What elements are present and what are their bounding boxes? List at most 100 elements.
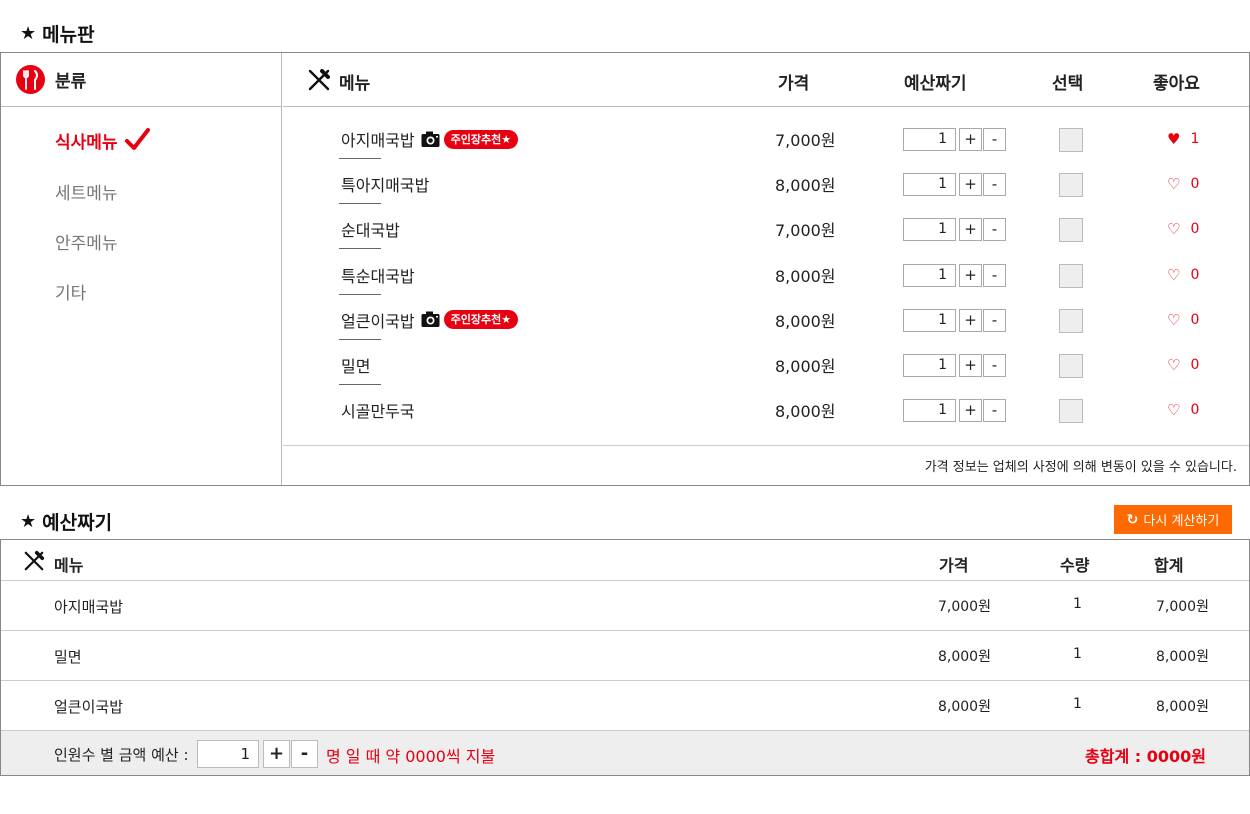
menu-item-title[interactable]: 특순대국밥 — [341, 263, 415, 287]
like-button[interactable]: ♡ 0 — [1167, 398, 1199, 422]
heart-outline-icon: ♡ — [1167, 175, 1181, 194]
menu-item-name: 시골만두국 — [341, 402, 415, 422]
category-item-label: 안주메뉴 — [55, 234, 118, 254]
menu-item-name: 특아지매국밥 — [341, 176, 430, 196]
menu-item-title[interactable]: 시골만두국 — [341, 398, 415, 422]
category-header: 분류 — [1, 53, 281, 107]
menu-item-name: 아지매국밥 — [341, 131, 415, 150]
budget-item-name: 밀면 — [54, 648, 82, 666]
utensils-icon — [308, 69, 330, 91]
quantity-minus-button[interactable]: - — [983, 173, 1006, 197]
menu-item-name: 특순대국밥 — [341, 266, 415, 286]
quantity-plus-button[interactable]: + — [959, 399, 982, 423]
select-checkbox[interactable] — [1059, 399, 1083, 424]
column-header-like: 좋아요 — [1153, 74, 1200, 94]
like-count: 0 — [1190, 176, 1200, 193]
menu-board-title-text: 메뉴판 — [42, 24, 95, 46]
menu-row: 시골만두국 8,000원 1 + - ♡ 0 — [283, 398, 1249, 443]
budget-item-total: 8,000원 — [1156, 649, 1209, 665]
menu-row: 특순대국밥 8,000원 1 + - ♡ 0 — [283, 263, 1249, 308]
select-checkbox[interactable] — [1059, 218, 1083, 243]
like-button[interactable]: ♥ 1 — [1167, 127, 1199, 151]
category-item-side[interactable]: 안주메뉴 — [55, 229, 118, 254]
budget-item-total: 8,000원 — [1156, 699, 1209, 715]
category-item-etc[interactable]: 기타 — [55, 279, 86, 304]
column-header-select: 선택 — [1052, 74, 1084, 94]
category-column: 분류 식사메뉴 세트메뉴 안주메뉴 기타 — [1, 53, 282, 485]
quantity-plus-button[interactable]: + — [959, 173, 982, 197]
like-button[interactable]: ♡ 0 — [1167, 263, 1199, 287]
like-button[interactable]: ♡ 0 — [1167, 308, 1199, 332]
quantity-input[interactable]: 1 — [903, 173, 956, 197]
grand-total: 총합계 : 0000원 — [1085, 747, 1206, 766]
like-button[interactable]: ♡ 0 — [1167, 353, 1199, 377]
select-checkbox[interactable] — [1059, 308, 1083, 333]
like-button[interactable]: ♡ 0 — [1167, 217, 1199, 241]
budget-item-price: 8,000원 — [938, 649, 991, 665]
column-header-menu: 메뉴 — [339, 74, 371, 94]
budget-table-header: 메뉴 가격 수량 합계 — [1, 540, 1249, 581]
menu-item-title[interactable]: 순대국밥 — [341, 217, 400, 241]
quantity-minus-button[interactable]: - — [983, 128, 1006, 151]
select-checkbox[interactable] — [1059, 354, 1083, 378]
like-count: 0 — [1190, 221, 1200, 238]
budget-header-qty: 수량 — [1060, 556, 1090, 575]
like-count: 0 — [1190, 266, 1200, 283]
budget-item-qty: 1 — [1073, 696, 1082, 712]
fork-knife-icon — [16, 65, 45, 94]
menu-item-title[interactable]: 특아지매국밥 — [341, 172, 429, 196]
per-person-message: 명 일 때 약 0000씩 지불 — [326, 747, 496, 766]
select-checkbox[interactable] — [1059, 128, 1083, 152]
budget-row: 아지매국밥 7,000원 1 7,000원 — [1, 581, 1249, 631]
quantity-minus-button[interactable]: - — [983, 399, 1006, 423]
column-header-price: 가격 — [778, 74, 810, 94]
menu-row: 밀면 8,000원 1 + - ♡ 0 — [283, 353, 1249, 398]
quantity-input[interactable]: 1 — [903, 399, 956, 423]
menu-row: 얼큰이국밥 주인장추천★ 8,000원 1 + - ♡ 0 — [283, 308, 1249, 353]
quantity-plus-button[interactable]: + — [959, 354, 982, 377]
heart-outline-icon: ♡ — [1167, 356, 1181, 374]
row-divider — [339, 158, 381, 159]
quantity-plus-button[interactable]: + — [959, 308, 982, 332]
menu-board: 분류 식사메뉴 세트메뉴 안주메뉴 기타 메뉴 가격 예산짜기 선택 좋아요 아… — [0, 52, 1250, 486]
quantity-minus-button[interactable]: - — [983, 308, 1006, 332]
quantity-minus-button[interactable]: - — [983, 218, 1006, 242]
people-plus-button[interactable]: + — [263, 740, 290, 768]
heart-outline-icon: ♡ — [1167, 265, 1181, 284]
quantity-input[interactable]: 1 — [903, 218, 956, 242]
price-notice: 가격 정보는 업체의 사정에 의해 변동이 있을 수 있습니다. — [283, 445, 1249, 485]
quantity-input[interactable]: 1 — [903, 308, 956, 332]
star-icon: ★ — [20, 511, 37, 532]
category-item-meal[interactable]: 식사메뉴 — [55, 127, 150, 153]
people-count-input[interactable]: 1 — [197, 740, 259, 768]
select-checkbox[interactable] — [1059, 173, 1083, 198]
like-button[interactable]: ♡ 0 — [1167, 172, 1199, 196]
camera-icon[interactable] — [421, 131, 440, 148]
owner-recommend-badge: 주인장추천★ — [443, 129, 519, 149]
budget-footer: 인원수 별 금액 예산 : 1 + - 명 일 때 약 0000씩 지불 총합계… — [1, 731, 1249, 775]
quantity-input[interactable]: 1 — [903, 263, 956, 287]
camera-icon[interactable] — [421, 311, 440, 328]
quantity-plus-button[interactable]: + — [959, 218, 982, 242]
quantity-minus-button[interactable]: - — [983, 354, 1006, 377]
category-item-set[interactable]: 세트메뉴 — [55, 179, 118, 204]
menu-item-title[interactable]: 얼큰이국밥 주인장추천★ — [341, 308, 519, 332]
like-count: 1 — [1190, 131, 1200, 147]
quantity-input[interactable]: 1 — [903, 128, 956, 151]
select-checkbox[interactable] — [1059, 263, 1083, 288]
heart-outline-icon: ♡ — [1167, 310, 1181, 329]
row-divider — [339, 203, 381, 205]
menu-item-title[interactable]: 밀면 — [341, 353, 370, 377]
quantity-input[interactable]: 1 — [903, 354, 956, 377]
budget-item-name: 아지매국밥 — [54, 598, 124, 616]
menu-board-title: ★ 메뉴판 — [20, 20, 95, 47]
recalculate-button[interactable]: ↻ 다시 계산하기 — [1114, 505, 1232, 534]
people-minus-button[interactable]: - — [291, 740, 318, 768]
quantity-minus-button[interactable]: - — [983, 263, 1006, 287]
menu-item-name: 얼큰이국밥 — [341, 311, 415, 331]
quantity-plus-button[interactable]: + — [959, 128, 982, 151]
column-header-budget: 예산짜기 — [904, 74, 967, 94]
menu-table-header: 메뉴 가격 예산짜기 선택 좋아요 — [283, 53, 1249, 107]
menu-item-title[interactable]: 아지매국밥 주인장추천★ — [341, 127, 519, 151]
quantity-plus-button[interactable]: + — [959, 263, 982, 287]
